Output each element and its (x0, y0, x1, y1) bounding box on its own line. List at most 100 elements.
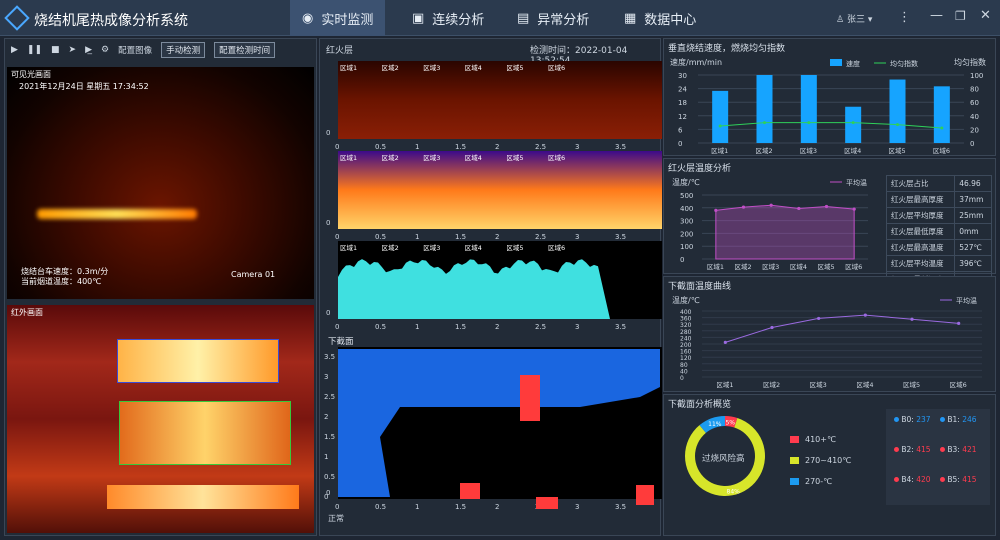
config-image-button[interactable]: 配置图像 (118, 44, 152, 56)
hot-block-4 (636, 485, 654, 505)
legend-label: 410+℃ (805, 435, 836, 444)
x-tick: 区域1 (707, 262, 724, 271)
stat-row: 红火层平均厚度 25mm (885, 207, 992, 224)
profile-area (338, 259, 610, 319)
zone-label: 区域4 (465, 63, 482, 72)
x-tick: 区域4 (856, 380, 873, 389)
tab-continuous[interactable]: ▣ 连续分析 (400, 0, 496, 36)
zone-label: 区域5 (506, 243, 523, 252)
camera-icon[interactable]: ▶̲ (85, 45, 92, 55)
legend-item: 270~410℃ (790, 456, 851, 465)
y-tick: 160 (680, 349, 692, 356)
tab-realtime[interactable]: ◉ 实时监测 (290, 0, 386, 36)
x-tick: 区域6 (845, 262, 862, 271)
list-icon: ▦ (624, 10, 637, 26)
x-tick: 1.5 (455, 503, 466, 511)
y-tick: 1 (324, 453, 328, 461)
x-tick: 2.5 (535, 143, 546, 151)
x-tick: 区域3 (800, 146, 817, 155)
x-tick: 3.5 (615, 323, 626, 331)
config-time-button[interactable]: 配置检测时间 (214, 42, 276, 58)
legend-swatch (830, 59, 842, 66)
x-tick: 区域2 (763, 380, 780, 389)
legend-label: 270~410℃ (805, 456, 852, 465)
block-item: B0: 237 (894, 415, 936, 439)
roi-middle (119, 401, 291, 465)
bar (845, 106, 862, 143)
zone-label: 区域6 (548, 63, 565, 72)
zone-label: 区域3 (423, 153, 440, 162)
cursor-icon[interactable]: ➤ (69, 45, 77, 55)
x-tick: 1 (415, 503, 419, 511)
x-tick: 2.5 (535, 233, 546, 241)
monitor-icon: ◉ (302, 10, 314, 26)
visible-view: 可见光画面 2021年12月24日 星期五 17:34:52 烧结台车速度：0.… (7, 67, 314, 299)
x-tick: 2 (495, 143, 499, 151)
overlay-date: 2021年12月24日 星期五 17:34:52 (19, 82, 149, 91)
tab-anomaly[interactable]: ▤ 异常分析 (505, 0, 601, 36)
x-tick: 区域6 (933, 146, 950, 155)
bar (756, 75, 773, 143)
x-tick: 3 (575, 503, 579, 511)
y-axis-label: 温度/℃ (672, 177, 700, 187)
user-menu[interactable]: ♙ 张三 ▾ (836, 12, 872, 25)
stat-label: 红火层占比 (885, 175, 956, 192)
speed-chart: 速度/mm/min 均匀指数 速度 均匀指数 0 6 12 18 24 30 0 20 40 60 80 10… (670, 57, 986, 155)
x-tick: 3 (575, 323, 579, 331)
x-tick: 1 (415, 233, 419, 241)
y2-tick: 40 (970, 113, 979, 121)
x-tick: 0 (335, 233, 339, 241)
gear-icon[interactable]: ⚙ (101, 45, 109, 55)
legend-label: 速度 (846, 59, 860, 68)
close-button[interactable]: ✕ (980, 8, 991, 23)
stat-value: 46.96 (954, 175, 992, 192)
block-list: B0: 237 B1: 246 B2: 415 B3: 421 B4: 420 … (886, 409, 990, 505)
zone-label: 区域6 (548, 153, 565, 162)
more-icon[interactable]: ⋮ (898, 10, 911, 25)
bottom-status: 正常 (328, 514, 344, 523)
point (851, 121, 855, 125)
y-tick: 80 (680, 362, 688, 369)
block-item: B1: 246 (940, 415, 982, 439)
infrared-view: 红外画面 (7, 305, 314, 533)
y-tick: 500 (680, 192, 693, 200)
y-tick: 2.5 (324, 393, 335, 401)
zone-label: 区域2 (382, 153, 399, 162)
visible-title: 可见光画面 (11, 70, 51, 79)
status-dot (940, 417, 945, 422)
play-icon[interactable]: ▶ (11, 45, 18, 55)
bar (712, 90, 729, 143)
y-tick: 400 (680, 205, 693, 213)
slice-label: 11% (708, 421, 722, 428)
temp-text: 当前烟道温度：400℃ (21, 277, 102, 286)
tab-datacenter[interactable]: ▦ 数据中心 (612, 0, 708, 36)
x-tick: 区域5 (903, 380, 920, 389)
x-tick: 区域1 (711, 146, 728, 155)
x-tick: 3 (575, 233, 579, 241)
x-tick: 1.5 (455, 143, 466, 151)
minimize-button[interactable]: — (930, 8, 943, 23)
manual-detect-button[interactable]: 手动检测 (161, 42, 206, 58)
y-tick: 320 (680, 322, 692, 329)
pause-icon[interactable]: ❚❚ (27, 45, 42, 55)
point (763, 121, 766, 125)
fire-glow (37, 209, 197, 219)
y-tick: 18 (678, 99, 687, 107)
x-tick: 1.5 (455, 323, 466, 331)
y2-tick: 80 (970, 86, 979, 94)
y-tick: 360 (680, 316, 692, 323)
chart-icon: ▣ (412, 10, 425, 26)
y-tick: 0 (326, 219, 330, 227)
y2-axis-label: 均匀指数 (954, 57, 986, 67)
maximize-button[interactable]: ❐ (955, 9, 966, 23)
point (741, 205, 746, 209)
x-tick: 0.5 (375, 323, 386, 331)
zone-label: 区域2 (382, 63, 399, 72)
legend-label: 均匀指数 (890, 59, 918, 68)
y-tick: 280 (680, 329, 692, 336)
stat-row: 红火层最高温度 527℃ (885, 239, 992, 256)
stop-icon[interactable]: ■ (51, 45, 60, 55)
y-tick: 1.5 (324, 433, 335, 441)
roi-bottom (107, 485, 299, 509)
document-icon: ▤ (517, 10, 530, 26)
